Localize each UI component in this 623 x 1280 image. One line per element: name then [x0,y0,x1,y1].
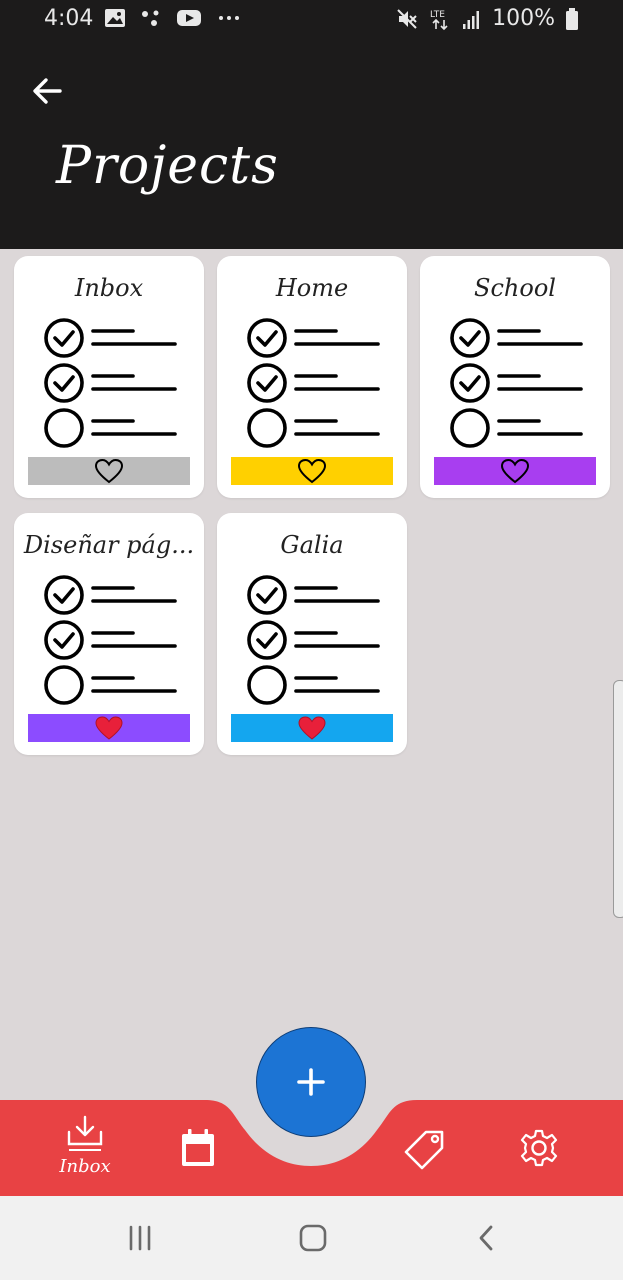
project-card-title: Galia [280,531,344,559]
project-card[interactable]: School [420,256,610,498]
youtube-icon [177,10,201,26]
battery-icon [566,7,578,30]
inbox-icon [67,1115,103,1151]
heart-outline-icon[interactable] [500,458,530,484]
mute-icon [397,8,417,29]
system-back-button[interactable] [466,1220,506,1256]
svg-text:LTE: LTE [430,10,445,20]
checklist-icon [44,575,177,705]
project-card[interactable]: Home [217,256,407,498]
signal-icon [463,10,480,29]
dots-icon [142,10,159,26]
arrow-left-icon [33,78,62,104]
nav-inbox[interactable]: Inbox [56,1114,114,1177]
status-bar: 4:04 LTE 100% [0,0,623,40]
chevron-left-icon [479,1225,493,1251]
heart-outline-icon[interactable] [297,458,327,484]
nav-inbox-label: Inbox [59,1156,111,1177]
project-color-bar [28,457,190,485]
plus-icon [297,1068,325,1096]
checklist-icon [44,318,177,448]
nav-calendar[interactable] [178,1128,218,1168]
project-card[interactable]: Galia [217,513,407,755]
project-card-title: Home [275,274,349,302]
project-color-bar [231,457,393,485]
status-right: LTE 100% [396,6,579,31]
nav-settings[interactable] [518,1128,560,1168]
project-color-bar [28,714,190,742]
project-card[interactable]: Diseñar pág... [14,513,204,755]
tag-icon [404,1130,444,1170]
status-left-icons [104,8,242,28]
nav-tags[interactable] [404,1128,446,1170]
lte-icon: LTE [430,10,448,30]
gallery-icon [105,9,125,27]
calendar-icon [182,1129,214,1166]
system-nav-bar [0,1196,623,1280]
status-time: 4:04 [44,6,94,31]
project-color-bar [434,457,596,485]
project-color-bar [231,714,393,742]
project-card-title: Inbox [74,274,144,302]
project-card-title: Diseñar pág... [23,531,195,559]
checklist-icon [247,575,380,705]
home-icon [299,1224,327,1252]
heart-filled-icon[interactable] [94,715,124,741]
home-button[interactable] [293,1220,333,1256]
project-card[interactable]: Inbox [14,256,204,498]
settings-icon [520,1129,558,1167]
edge-panel-handle[interactable] [613,680,623,918]
app-header: Projects [0,40,623,249]
checklist-icon [450,318,583,448]
checklist-icon [247,318,380,448]
add-project-button[interactable] [256,1027,366,1137]
back-button[interactable] [26,70,68,112]
heart-outline-icon[interactable] [94,458,124,484]
page-title: Projects [56,136,279,196]
project-card-title: School [474,274,556,302]
recent-apps-button[interactable] [120,1220,160,1256]
recent-apps-icon [129,1225,151,1251]
more-icon [219,16,239,20]
heart-filled-icon[interactable] [297,715,327,741]
battery-percent: 100% [492,6,555,31]
